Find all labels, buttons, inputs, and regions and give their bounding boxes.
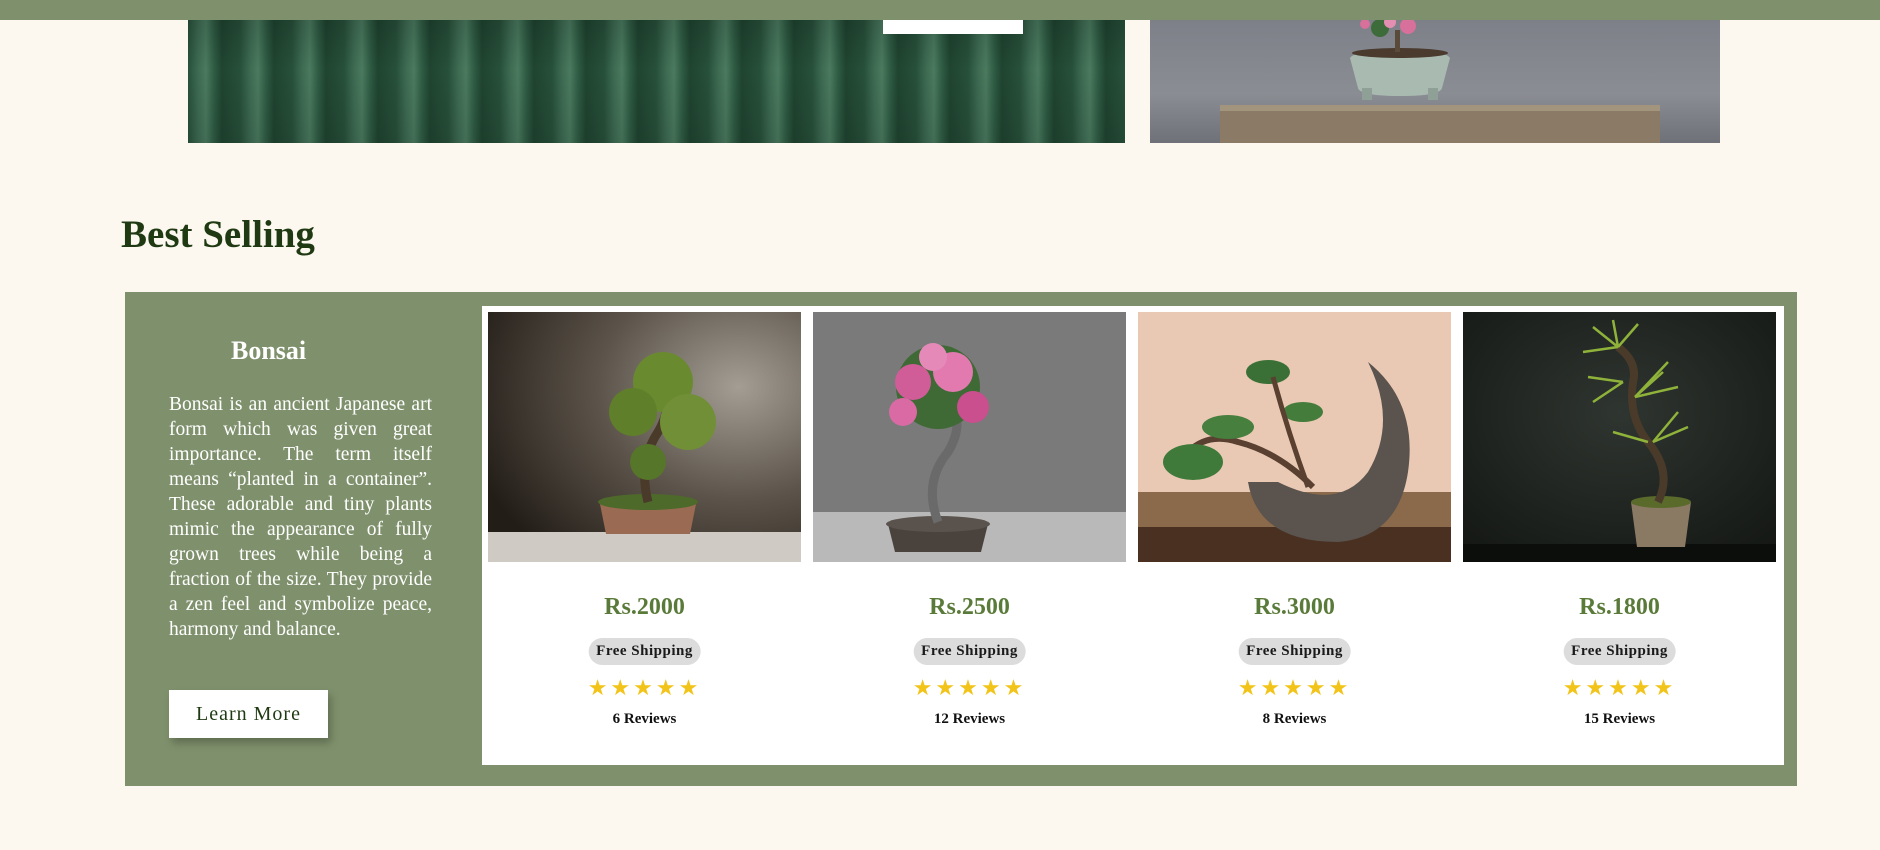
free-shipping-badge: Free Shipping <box>1238 638 1351 665</box>
section-title: Best Selling <box>121 213 315 256</box>
product-price: Rs.1800 <box>1579 594 1660 620</box>
product-card[interactable]: Rs.2000 Free Shipping ★★★★★ 6 Reviews <box>488 312 801 752</box>
hero-banner-image <box>188 20 1125 143</box>
star-rating: ★★★★★ <box>1237 675 1352 700</box>
hero-button[interactable] <box>883 20 1023 34</box>
product-price: Rs.2000 <box>604 594 685 620</box>
hero-bonsai-image <box>1150 20 1720 143</box>
review-count[interactable]: 15 Reviews <box>1463 711 1776 728</box>
review-count[interactable]: 12 Reviews <box>813 711 1126 728</box>
product-card[interactable]: Rs.1800 Free Shipping ★★★★★ 15 Reviews <box>1463 312 1776 752</box>
product-price: Rs.3000 <box>1254 594 1335 620</box>
product-image[interactable] <box>488 312 801 562</box>
product-image[interactable] <box>1463 312 1776 562</box>
product-image[interactable] <box>1138 312 1451 562</box>
intro-description: Bonsai is an ancient Japanese art form w… <box>169 394 432 640</box>
intro-title: Bonsai <box>231 336 307 365</box>
star-rating: ★★★★★ <box>587 675 702 700</box>
review-count[interactable]: 6 Reviews <box>488 711 801 728</box>
free-shipping-badge: Free Shipping <box>588 638 701 665</box>
review-count[interactable]: 8 Reviews <box>1138 711 1451 728</box>
free-shipping-badge: Free Shipping <box>1563 638 1676 665</box>
product-card[interactable]: Rs.3000 Free Shipping ★★★★★ 8 Reviews <box>1138 312 1451 752</box>
free-shipping-badge: Free Shipping <box>913 638 1026 665</box>
product-price: Rs.2500 <box>929 594 1010 620</box>
star-rating: ★★★★★ <box>912 675 1027 700</box>
top-bar <box>0 0 1880 20</box>
star-rating: ★★★★★ <box>1562 675 1677 700</box>
product-cards: Rs.2000 Free Shipping ★★★★★ 6 Reviews Rs… <box>482 306 1784 765</box>
product-card[interactable]: Rs.2500 Free Shipping ★★★★★ 12 Reviews <box>813 312 1126 752</box>
learn-more-button[interactable]: Learn More <box>169 690 328 738</box>
product-image[interactable] <box>813 312 1126 562</box>
